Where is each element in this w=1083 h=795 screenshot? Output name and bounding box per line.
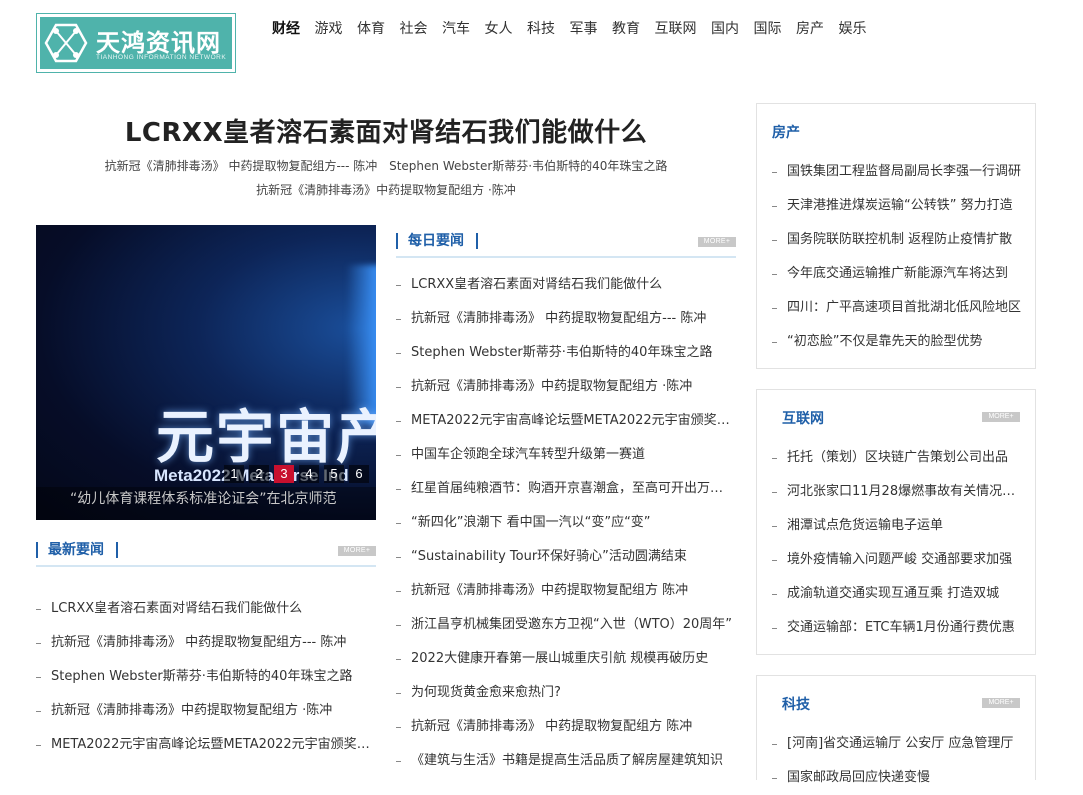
latest-news-title: 最新要闻 [36,542,118,558]
list-item[interactable]: 抗新冠《清肺排毒汤》中药提取物复配组方 ·陈冲 [396,370,736,404]
daily-news-header: 每日要闻 MORE+ [396,226,736,258]
internet-box: 互联网 MORE+ 托托（策划）区块链广告策划公司出品 河北张家口11月28爆燃… [756,389,1036,655]
nav-item-internet[interactable]: 互联网 [655,18,697,38]
slider-dot-1[interactable]: 1 [224,465,244,483]
list-item[interactable]: 《建筑与生活》书籍是提高生活品质了解房屋建筑知识 [396,744,736,778]
tech-title[interactable]: 科技 [782,694,810,714]
list-item[interactable]: 国铁集团工程监督局副局长李强一行调研 [772,155,1022,189]
internet-list: 托托（策划）区块链广告策划公司出品 河北张家口11月28爆燃事故有关情况通报 湘… [772,441,1022,645]
list-item[interactable]: LCRXX皇者溶石素面对肾结石我们能做什么 [36,592,376,626]
slider-dots: 1 2 3 4 5 6 [224,465,374,483]
latest-news-header: 最新要闻 MORE+ [36,535,376,567]
slider-dot-5[interactable]: 5 [324,465,344,483]
list-item[interactable]: 抗新冠《清肺排毒汤》 中药提取物复配组方--- 陈冲 [36,626,376,660]
logo-background: 天鸿资讯网 TIANHONG INFORMATION NETWORK [40,17,232,69]
list-item[interactable]: 境外疫情输入问题严峻 交通部要求加强 [772,543,1022,577]
banner-slider[interactable]: 元宇宙产 Meta2022 Metaverse Ind “幼儿体育课程体系标准论… [36,225,376,520]
nav-item-women[interactable]: 女人 [485,18,513,38]
nav-item-sports[interactable]: 体育 [357,18,385,38]
list-item[interactable]: 中国车企领跑全球汽车转型升级第一赛道 [396,438,736,472]
banner-caption[interactable]: “幼儿体育课程体系标准论证会”在北京师范 [36,487,376,520]
list-item[interactable]: [河南]省交通运输厅 公安厅 应急管理厅 [772,727,1022,761]
nav-item-military[interactable]: 军事 [570,18,598,38]
list-item[interactable]: 抗新冠《清肺排毒汤》中药提取物复配组方 ·陈冲 [36,694,376,728]
house-box: 房产 国铁集团工程监督局副局长李强一行调研 天津港推进煤炭运输“公转铁” 努力打… [756,103,1036,369]
list-item[interactable]: 抗新冠《清肺排毒汤》 中药提取物复配组方--- 陈冲 [396,302,736,336]
latest-news-list: LCRXX皇者溶石素面对肾结石我们能做什么 抗新冠《清肺排毒汤》 中药提取物复配… [36,592,376,762]
list-item[interactable]: Stephen Webster斯蒂芬·韦伯斯特的40年珠宝之路 [396,336,736,370]
nav-item-finance[interactable]: 财经 [272,18,300,38]
headline-sub-link-2[interactable]: Stephen Webster斯蒂芬·韦伯斯特的40年珠宝之路 [389,159,667,173]
headline-sub-link-3[interactable]: 抗新冠《清肺排毒汤》中药提取物复配组方 ·陈冲 [36,181,736,198]
list-item[interactable]: 湘潭试点危货运输电子运单 [772,509,1022,543]
list-item[interactable]: Stephen Webster斯蒂芬·韦伯斯特的40年珠宝之路 [36,660,376,694]
internet-more-button[interactable]: MORE+ [982,412,1020,422]
nav-item-house[interactable]: 房产 [796,18,824,38]
main-nav: 财经 游戏 体育 社会 汽车 女人 科技 军事 教育 互联网 国内 国际 房产 … [272,18,881,38]
list-item[interactable]: 天津港推进煤炭运输“公转铁” 努力打造 [772,189,1022,223]
list-item[interactable]: META2022元宇宙高峰论坛暨META2022元宇宙颁奖盛典 [396,404,736,438]
banner-title: 元宇宙产 [156,403,376,471]
list-item[interactable]: “Sustainability Tour环保好骑心”活动圆满结束 [396,540,736,574]
tech-more-button[interactable]: MORE+ [982,698,1020,708]
nav-item-games[interactable]: 游戏 [315,18,343,38]
latest-more-button[interactable]: MORE+ [338,546,376,556]
headline-title[interactable]: LCRXX皇者溶石素面对肾结石我们能做什么 [36,112,736,149]
list-item[interactable]: 河北张家口11月28爆燃事故有关情况通报 [772,475,1022,509]
list-item[interactable]: 今年底交通运输推广新能源汽车将达到 [772,257,1022,291]
list-item[interactable]: “初恋脸”不仅是靠先天的脸型优势 [772,325,1022,359]
tech-list: [河南]省交通运输厅 公安厅 应急管理厅 国家邮政局回应快递变慢 [772,727,1022,795]
logo-name: 天鸿资讯网 [96,29,221,57]
nav-item-domestic[interactable]: 国内 [711,18,739,38]
house-list: 国铁集团工程监督局副局长李强一行调研 天津港推进煤炭运输“公转铁” 努力打造 国… [772,155,1022,359]
list-item[interactable]: LCRXX皇者溶石素面对肾结石我们能做什么 [396,268,736,302]
list-item[interactable]: 红星首届纯粮酒节：购酒开京喜潮盒，至高可开出万元大奖 [396,472,736,506]
daily-more-button[interactable]: MORE+ [698,237,736,247]
slider-dot-3[interactable]: 3 [274,465,294,483]
list-item[interactable]: 国家邮政局回应快递变慢 [772,761,1022,795]
nav-item-education[interactable]: 教育 [612,18,640,38]
list-item[interactable]: 为何现货黄金愈来愈热门? [396,676,736,710]
list-item[interactable]: 国务院联防联控机制 返程防止疫情扩散 [772,223,1022,257]
list-item[interactable]: 抗新冠《清肺排毒汤》 中药提取物复配组方 陈冲 [396,710,736,744]
slider-dot-2[interactable]: 2 [249,465,269,483]
internet-title[interactable]: 互联网 [782,408,824,428]
daily-news-title: 每日要闻 [396,233,478,249]
list-item[interactable]: “新四化”浪潮下 看中国一汽以“变”应“变” [396,506,736,540]
list-item[interactable]: META2022元宇宙高峰论坛暨META2022元宇宙颁奖盛典 [36,728,376,762]
daily-news-list: LCRXX皇者溶石素面对肾结石我们能做什么 抗新冠《清肺排毒汤》 中药提取物复配… [396,268,736,778]
nav-item-auto[interactable]: 汽车 [442,18,470,38]
list-item[interactable]: 抗新冠《清肺排毒汤》中药提取物复配组方 陈冲 [396,574,736,608]
list-item[interactable]: 四川：广平高速项目首批湖北低风险地区 [772,291,1022,325]
list-item[interactable]: 2022大健康开春第一展山城重庆引航 规模再破历史 [396,642,736,676]
slider-dot-6[interactable]: 6 [349,465,369,483]
site-logo[interactable]: 天鸿资讯网 TIANHONG INFORMATION NETWORK [36,13,236,73]
logo-network-icon [44,23,88,63]
nav-item-tech[interactable]: 科技 [527,18,555,38]
nav-item-entertainment[interactable]: 娱乐 [839,18,867,38]
list-item[interactable]: 托托（策划）区块链广告策划公司出品 [772,441,1022,475]
list-item[interactable]: 交通运输部：ETC车辆1月份通行费优惠 [772,611,1022,645]
headline-sub-links: 抗新冠《清肺排毒汤》 中药提取物复配组方--- 陈冲 Stephen Webst… [36,157,736,174]
nav-item-international[interactable]: 国际 [754,18,782,38]
tech-box: 科技 MORE+ [河南]省交通运输厅 公安厅 应急管理厅 国家邮政局回应快递变… [756,675,1036,785]
headline-sub-link-1[interactable]: 抗新冠《清肺排毒汤》 中药提取物复配组方--- 陈冲 [105,159,378,173]
list-item[interactable]: 浙江昌亨机械集团受邀东方卫视“入世（WTO）20周年” [396,608,736,642]
list-item[interactable]: 成渝轨道交通实现互通互乘 打造双城 [772,577,1022,611]
house-title[interactable]: 房产 [772,122,800,142]
nav-item-society[interactable]: 社会 [400,18,428,38]
logo-subtitle: TIANHONG INFORMATION NETWORK [96,54,227,61]
slider-dot-4[interactable]: 4 [299,465,319,483]
